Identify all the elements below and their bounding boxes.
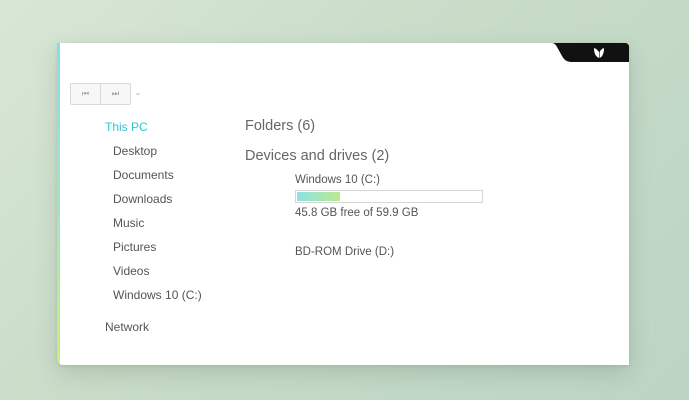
drive-c-usage-bar <box>295 190 483 203</box>
drive-d-name: BD-ROM Drive (D:) <box>295 246 395 258</box>
sidebar-item-windows-c[interactable]: Windows 10 (C:) <box>113 288 202 302</box>
sidebar-item-desktop[interactable]: Desktop <box>113 144 157 158</box>
devices-section-header[interactable]: Devices and drives (2) <box>245 148 389 164</box>
navigation-buttons: ⏮ ⏭ <box>70 83 131 105</box>
chevron-down-icon: ⌄ <box>134 86 142 97</box>
forward-button[interactable]: ⏭ <box>100 84 130 104</box>
sidebar-item-pictures[interactable]: Pictures <box>113 240 156 254</box>
folders-section-header[interactable]: Folders (6) <box>245 118 315 134</box>
forward-icon: ⏭ <box>111 89 120 98</box>
sidebar-item-videos[interactable]: Videos <box>113 264 149 278</box>
explorer-window: ⏮ ⏭ ⌄ This PC Desktop Documents Download… <box>57 43 629 365</box>
sidebar-item-this-pc[interactable]: This PC <box>105 120 148 134</box>
sidebar-item-downloads[interactable]: Downloads <box>113 192 172 206</box>
drive-c-name: Windows 10 (C:) <box>295 174 380 186</box>
drive-c-free-space: 45.8 GB free of 59.9 GB <box>295 207 419 219</box>
back-icon: ⏮ <box>81 89 90 98</box>
drive-c-usage-fill <box>297 192 340 201</box>
sidebar-item-music[interactable]: Music <box>113 216 144 230</box>
window-accent-stripe <box>57 43 60 365</box>
recent-locations-dropdown[interactable]: ⌄ <box>133 87 143 97</box>
drive-c-tile[interactable]: Windows 10 (C:) 45.8 GB free of 59.9 GB <box>295 174 483 219</box>
back-button[interactable]: ⏮ <box>71 84 100 104</box>
sidebar-item-network[interactable]: Network <box>105 320 149 334</box>
sidebar-item-documents[interactable]: Documents <box>113 168 174 182</box>
titlebar-logo-badge <box>547 43 629 62</box>
drive-d-tile[interactable]: BD-ROM Drive (D:) <box>295 246 394 258</box>
